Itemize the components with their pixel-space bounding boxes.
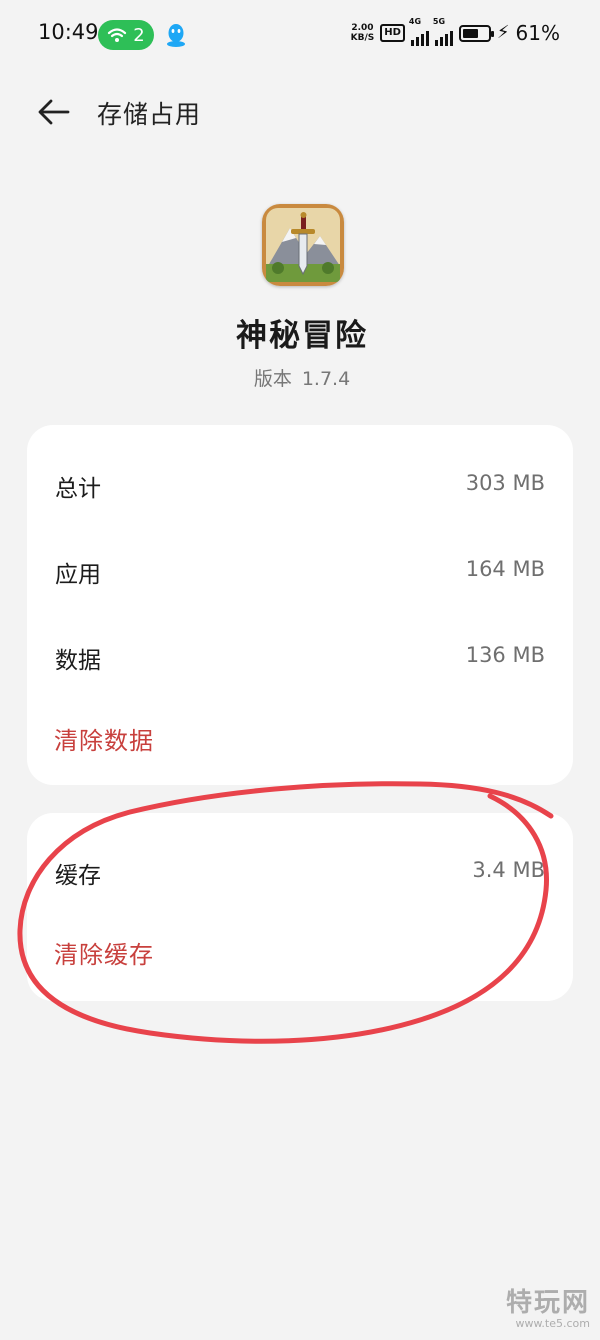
watermark-url: www.te5.com	[515, 1317, 590, 1330]
total-label: 总计	[55, 476, 101, 502]
network-speed-unit: KB/S	[350, 33, 375, 43]
clear-data-button[interactable]: 清除数据	[54, 721, 154, 756]
wifi-count: 2	[133, 24, 145, 46]
signal-5g-tag: 5G	[432, 17, 446, 26]
back-arrow-icon[interactable]	[36, 95, 72, 129]
qq-icon	[167, 24, 185, 47]
wifi-icon	[108, 28, 127, 42]
cache-value: 3.4 MB	[472, 858, 545, 882]
battery-icon	[458, 24, 494, 42]
data-size-label: 数据	[55, 648, 101, 674]
charging-bolt-icon: ⚡	[496, 22, 510, 43]
signal-4g-icon: 4G	[408, 17, 429, 46]
network-speed-value: 2.00	[351, 23, 374, 33]
status-icons: 2.00 KB/S HD 4G 5G ⚡ 61%	[351, 17, 560, 46]
page-title: 存储占用	[97, 100, 202, 129]
cache-label: 缓存	[55, 863, 101, 889]
hd-voice-icon: HD	[380, 24, 405, 42]
app-name: 神秘冒险	[236, 318, 368, 354]
wifi-hotspot-badge: 2	[98, 20, 154, 50]
storage-card: 总计 303 MB 应用 164 MB 数据 136 MB 清除数据	[27, 425, 573, 785]
app-version: 版本 1.7.4	[0, 364, 600, 391]
version-label: 版本	[253, 368, 292, 390]
sword-mountain-icon	[262, 204, 344, 286]
status-time: 10:49	[38, 20, 99, 44]
clear-cache-button[interactable]: 清除缓存	[54, 935, 154, 970]
version-value: 1.7.4	[301, 368, 351, 390]
app-size-label: 应用	[55, 562, 101, 588]
watermark-main: 特玩网	[505, 1288, 590, 1318]
battery-percent: 61%	[515, 21, 560, 45]
signal-4g-tag: 4G	[408, 17, 422, 26]
signal-5g-icon: 5G	[432, 17, 453, 46]
network-speed: 2.00 KB/S	[351, 23, 375, 43]
total-value: 303 MB	[465, 471, 545, 495]
watermark: 特玩网 www.te5.com	[506, 1282, 590, 1330]
app-icon	[262, 204, 344, 286]
battery-fill	[462, 28, 478, 38]
app-size-value: 164 MB	[465, 557, 545, 581]
data-size-value: 136 MB	[465, 643, 545, 667]
status-bar: 10:49 2 2.00 KB/S HD 4G 5G ⚡ 61%	[0, 0, 600, 70]
cache-card: 缓存 3.4 MB 清除缓存	[27, 813, 573, 1001]
